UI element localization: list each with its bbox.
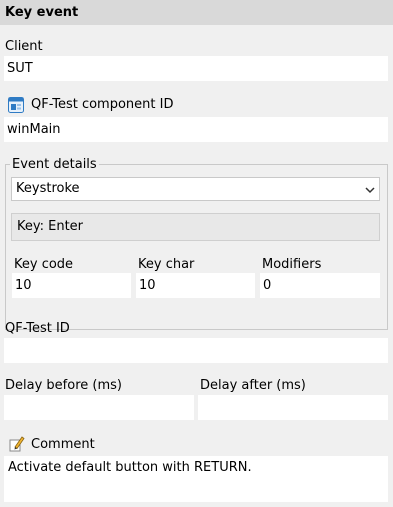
client-label: Client [5, 39, 43, 54]
component-id-label: QF-Test component ID [31, 97, 174, 112]
delay-after-field[interactable] [198, 395, 388, 420]
key-code-field[interactable] [12, 273, 131, 298]
event-details-legend: Event details [10, 157, 99, 173]
comment-textarea[interactable]: Activate default button with RETURN. [4, 456, 388, 502]
panel-header: Key event [0, 0, 393, 25]
delay-before-field[interactable] [4, 395, 194, 420]
key-char-label: Key char [138, 257, 195, 272]
chevron-down-icon [365, 178, 375, 200]
event-type-value: Keystroke [16, 181, 80, 196]
qftest-id-field[interactable] [4, 338, 388, 363]
modifiers-field[interactable] [260, 273, 380, 298]
delay-after-label: Delay after (ms) [200, 378, 306, 393]
delay-before-label: Delay before (ms) [5, 378, 122, 393]
component-id-field[interactable] [4, 117, 388, 142]
modifiers-label: Modifiers [262, 257, 322, 272]
component-icon [8, 97, 24, 113]
event-type-select[interactable]: Keystroke [11, 177, 380, 201]
key-code-label: Key code [14, 257, 74, 272]
key-display: Key: Enter [11, 213, 380, 241]
qftest-id-label: QF-Test ID [5, 321, 70, 336]
comment-label: Comment [31, 437, 95, 452]
key-char-field[interactable] [136, 273, 255, 298]
pencil-icon [9, 436, 25, 452]
client-field[interactable] [4, 56, 388, 81]
